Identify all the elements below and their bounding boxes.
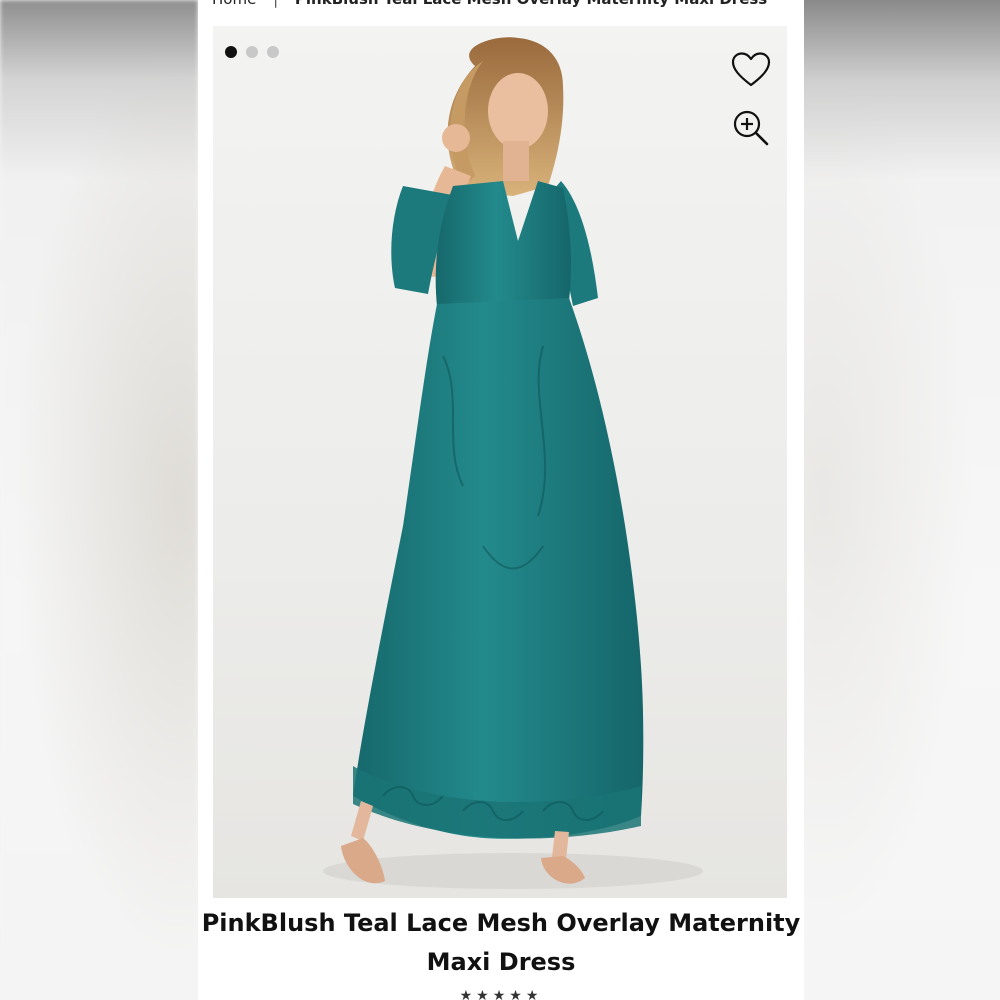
- carousel-dot-1[interactable]: [225, 46, 237, 58]
- breadcrumb-separator: |: [273, 0, 278, 8]
- product-page: Home | PinkBlush Teal Lace Mesh Overlay …: [198, 0, 804, 1000]
- carousel-dot-2[interactable]: [246, 46, 258, 58]
- carousel-dot-3[interactable]: [267, 46, 279, 58]
- rating-stars[interactable]: ★★★★★: [198, 988, 804, 1000]
- product-image-gallery[interactable]: [213, 26, 787, 898]
- carousel-dots: [225, 46, 279, 58]
- wishlist-button[interactable]: [729, 48, 773, 92]
- zoom-in-icon: [733, 110, 769, 146]
- zoom-button[interactable]: [729, 106, 773, 150]
- product-photo: [323, 37, 703, 889]
- breadcrumb-current: PinkBlush Teal Lace Mesh Overlay Materni…: [295, 0, 767, 8]
- breadcrumb: Home | PinkBlush Teal Lace Mesh Overlay …: [212, 0, 767, 9]
- product-title-line-2: Maxi Dress: [426, 948, 576, 976]
- heart-icon: [731, 52, 771, 87]
- blurred-background-left: [0, 0, 198, 1000]
- product-title: PinkBlush Teal Lace Mesh Overlay Materni…: [198, 904, 804, 982]
- blurred-background-right: [804, 0, 1000, 1000]
- breadcrumb-home-link[interactable]: Home: [212, 0, 256, 8]
- product-title-line-1: PinkBlush Teal Lace Mesh Overlay Materni…: [201, 909, 801, 937]
